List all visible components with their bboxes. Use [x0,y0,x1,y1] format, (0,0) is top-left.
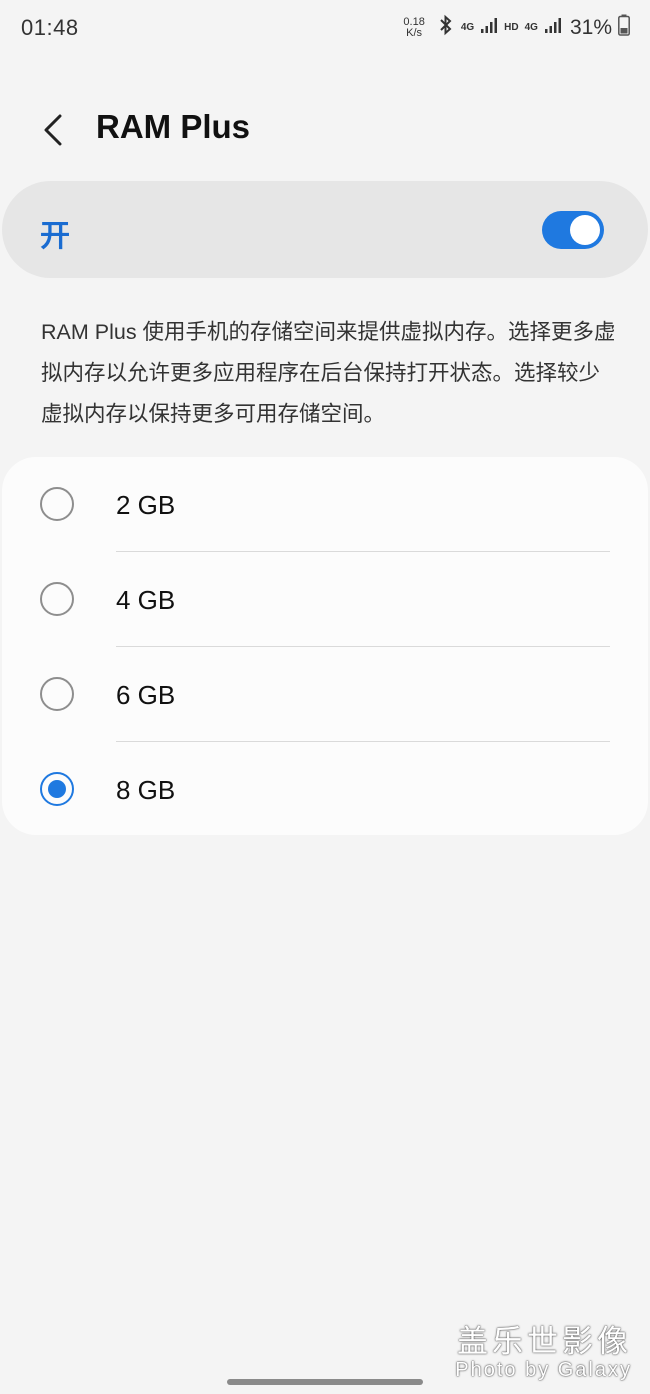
page-title: RAM Plus [96,108,251,145]
radio-button[interactable] [40,582,74,616]
signal-icon [480,16,498,39]
master-switch-row[interactable]: 开 [2,181,648,278]
network-type-2: 4G [524,22,538,33]
option-2gb[interactable]: 2 GB [2,457,648,552]
radio-button[interactable] [40,677,74,711]
option-label: 2 GB [116,490,176,520]
radio-button[interactable] [40,487,74,521]
option-4gb[interactable]: 4 GB [2,552,648,647]
network-speed-unit: K/s [406,26,423,39]
master-switch-label: 开 [40,220,70,253]
app-bar: RAM Plus [0,95,650,165]
network-speed-value: 0.18 [403,15,425,28]
status-time: 01:48 [21,15,79,40]
ram-size-options: 2 GB 4 GB 6 GB 8 GB [2,457,648,835]
status-bar: 01:48 0.18 K/s 4G HD 4G 31% [0,0,650,60]
option-label: 8 GB [116,775,176,805]
camera-watermark: 盖乐世影像 Photo by Galaxy [455,1316,632,1382]
hd-badge: HD [504,22,519,33]
description-text: RAM Plus 使用手机的存储空间来提供虚拟内存。选择更多虚拟内存以允许更多应… [41,320,616,426]
bluetooth-icon [437,14,455,41]
chevron-left-icon [44,114,62,146]
ram-plus-settings-screen: 01:48 0.18 K/s 4G HD 4G 31% RAM Plus 开 R… [0,0,650,1394]
back-button[interactable] [30,105,78,153]
status-icons: 0.18 K/s 4G HD 4G 31% [403,14,630,41]
option-6gb[interactable]: 6 GB [2,647,648,742]
master-toggle-switch[interactable] [542,211,604,249]
watermark-subtitle: Photo by Galaxy [455,1359,632,1381]
battery-percent: 31% [569,15,612,39]
option-label: 6 GB [116,680,176,710]
signal-icon [544,16,562,39]
toggle-knob [570,215,600,245]
network-speed: 0.18 K/s [403,15,425,39]
radio-button-selected[interactable] [40,772,74,806]
option-label: 4 GB [116,585,176,615]
watermark-title: 盖乐世影像 [457,1324,632,1359]
option-8gb[interactable]: 8 GB [2,742,648,837]
gesture-navigation-bar[interactable] [227,1379,423,1385]
battery-icon [618,14,630,41]
network-type-1: 4G [460,22,475,33]
